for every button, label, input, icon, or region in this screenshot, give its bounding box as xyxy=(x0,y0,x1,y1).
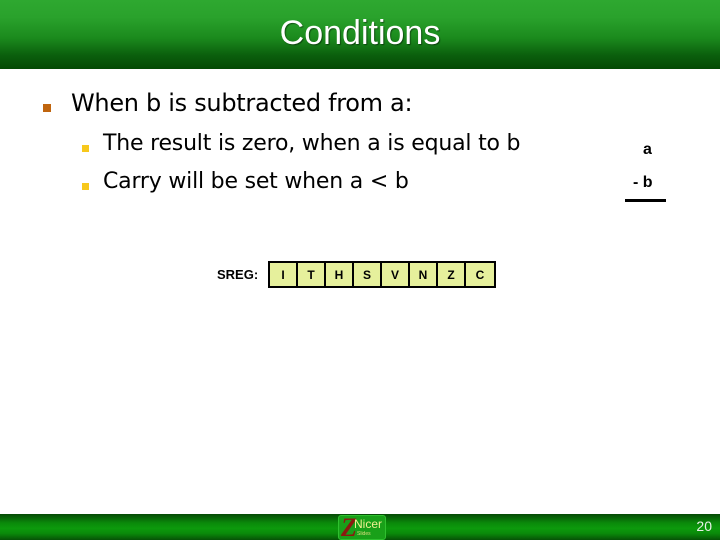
logo-tagline: Slides xyxy=(357,531,371,537)
sub-bullet-text: Carry will be set when a < b xyxy=(103,169,409,194)
bullet-text: When b is subtracted from a: xyxy=(71,89,413,117)
sreg-flag-i: I xyxy=(270,263,298,286)
bullet-square-icon xyxy=(43,104,51,112)
sub-bullet-text: The result is zero, when a is equal to b xyxy=(103,131,521,156)
sreg-flag-h: H xyxy=(326,263,354,286)
sreg-flag-t: T xyxy=(298,263,326,286)
sreg-flag-v: V xyxy=(382,263,410,286)
title-bar: Conditions xyxy=(0,0,720,69)
page-number: 20 xyxy=(696,518,712,534)
sreg-flag-c: C xyxy=(466,263,494,286)
subtrahend: - b xyxy=(633,174,653,191)
logo: Z Nicer Slides xyxy=(338,513,386,542)
result-line xyxy=(625,199,666,202)
sub-bullet-square-icon xyxy=(82,145,89,152)
sreg-flag-z: Z xyxy=(438,263,466,286)
slide-title: Conditions xyxy=(279,14,441,52)
logo-word: Nicer xyxy=(354,517,383,531)
sreg-flag-s: S xyxy=(354,263,382,286)
sreg-flag-n: N xyxy=(410,263,438,286)
sub-bullet-square-icon xyxy=(82,183,89,190)
sreg-label: SREG: xyxy=(217,267,259,282)
sreg-register: I T H S V N Z C xyxy=(268,261,496,288)
minuend: a xyxy=(643,141,652,158)
